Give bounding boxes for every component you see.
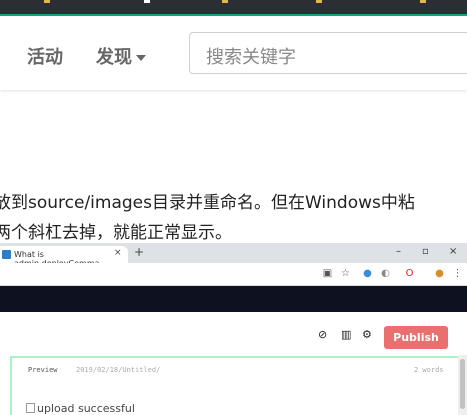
preview-pane: Preview 2019/02/18/Untitled/ 2 words upl… — [10, 356, 462, 415]
top-tab-marker — [222, 0, 228, 3]
top-tab-marker — [144, 0, 150, 3]
embedded-screenshot: What is admin.deployComma × + – ▫ × ▣ ☆ … — [0, 243, 467, 415]
article-text-line: 两个斜杠去掉，就能正常显示。 — [0, 223, 232, 243]
preview-label: Preview — [28, 366, 58, 374]
publish-button[interactable]: Publish — [384, 326, 448, 349]
preview-path: 2019/02/18/Untitled/ — [76, 366, 161, 374]
browser-tab[interactable]: What is admin.deployComma × — [0, 246, 128, 268]
gear-icon[interactable]: ⚙ — [362, 328, 372, 341]
search-input[interactable]: 搜索关键字 — [189, 32, 467, 74]
profile-icon[interactable]: ● — [434, 268, 445, 279]
article-text-line: 放到source/images目录并重命名。但在Windows中粘 — [0, 193, 415, 213]
browser-tab-bar: What is admin.deployComma × + – ▫ × — [0, 243, 467, 268]
nav-activity-link[interactable]: 活动 — [27, 43, 63, 69]
maximize-icon[interactable]: ▫ — [422, 246, 429, 257]
image-alt-text: upload successful — [37, 402, 135, 415]
browser-toolbar: ▣ ☆ ● ◐ O ● ⋮ — [0, 263, 467, 286]
broken-image: upload successful — [26, 402, 135, 415]
top-tab-marker — [316, 0, 322, 3]
top-tab-marker — [44, 0, 50, 3]
extension-icon[interactable]: ◐ — [380, 268, 391, 279]
minimize-icon[interactable]: – — [396, 246, 401, 257]
top-dark-strip — [0, 0, 467, 16]
close-tab-icon[interactable]: × — [114, 248, 122, 258]
broken-image-icon — [26, 403, 35, 413]
new-tab-button[interactable]: + — [134, 245, 144, 259]
app-header — [0, 286, 467, 312]
opera-icon[interactable]: O — [404, 268, 415, 279]
favicon-icon — [2, 250, 11, 259]
trash-icon[interactable]: ▥ — [341, 328, 351, 341]
scrollbar-thumb[interactable] — [460, 359, 465, 409]
window-close-icon[interactable]: × — [449, 246, 457, 257]
extension-icon[interactable]: ● — [362, 268, 373, 279]
nav-discover-dropdown[interactable]: 发现 — [96, 43, 146, 69]
menu-icon[interactable]: ⋮ — [452, 268, 463, 279]
chevron-down-icon — [136, 55, 146, 61]
scrollbar[interactable] — [458, 355, 467, 415]
translate-icon[interactable]: ▣ — [322, 268, 333, 279]
nav-discover-label: 发现 — [96, 47, 132, 68]
top-nav: 活动 发现 搜索关键字 — [0, 16, 467, 90]
word-count: 2 words — [414, 366, 444, 374]
top-tab-marker — [420, 0, 426, 3]
check-icon[interactable]: ⊘ — [318, 328, 327, 341]
star-icon[interactable]: ☆ — [340, 268, 351, 279]
